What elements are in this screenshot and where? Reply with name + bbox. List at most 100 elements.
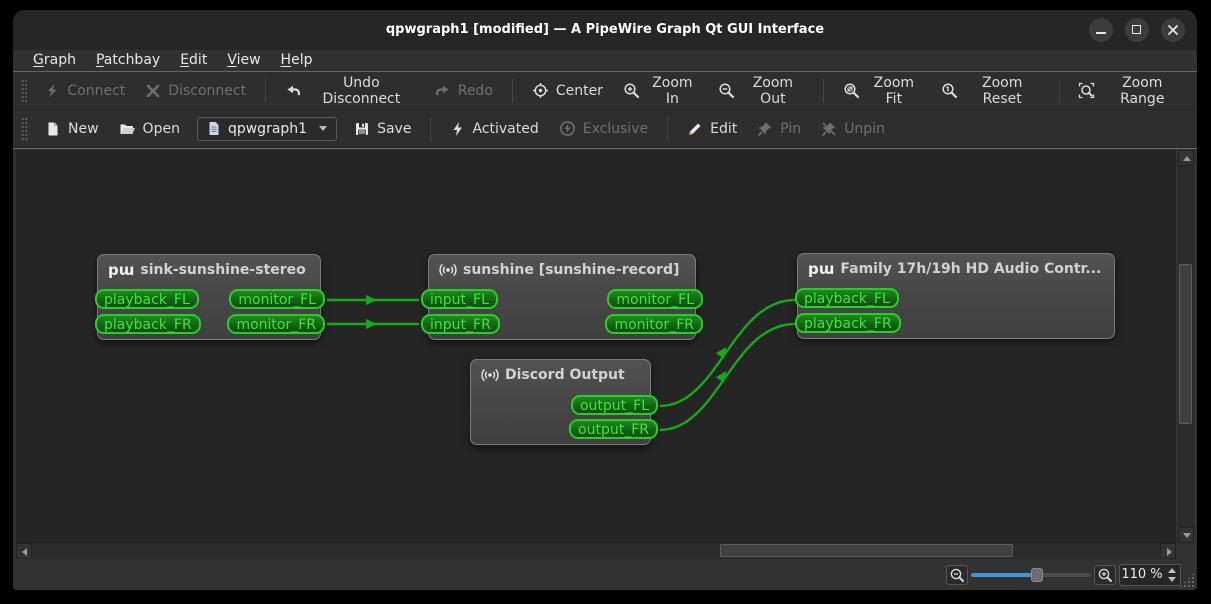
window-resize-grip[interactable] — [1179, 572, 1195, 588]
pipewire-icon: pɯ — [808, 260, 835, 278]
save-button[interactable]: Save — [345, 116, 420, 142]
port-monitor-fr[interactable]: monitor_FR — [605, 314, 703, 334]
scroll-right-button[interactable] — [1160, 543, 1176, 559]
edit-icon — [689, 123, 701, 135]
toolbar-separator — [265, 78, 266, 103]
new-button[interactable]: New — [36, 116, 108, 142]
unpin-icon — [822, 121, 836, 136]
zoom-reset-icon — [942, 83, 957, 99]
zoom-slider[interactable] — [971, 568, 1091, 582]
zoom-range-icon — [1079, 82, 1095, 99]
menu-graph[interactable]: Graph — [23, 50, 86, 72]
close-button[interactable] — [1161, 18, 1185, 42]
statusbar-zoom-out-button[interactable] — [946, 565, 968, 585]
arrow-left-icon — [22, 548, 27, 556]
zoom-slider-fill — [971, 573, 1037, 577]
vertical-scroll-thumb[interactable] — [1179, 264, 1192, 424]
activated-button[interactable]: Activated — [441, 116, 547, 142]
wire-arrow-icon — [366, 295, 377, 305]
vertical-scrollbar[interactable] — [1178, 150, 1194, 543]
menu-view[interactable]: View — [217, 50, 270, 72]
open-button[interactable]: Open — [110, 116, 189, 142]
zoom-fit-icon — [844, 83, 859, 99]
graph-view: pɯ sink-sunshine-stereo playback_FL play… — [13, 148, 1197, 560]
arrow-down-icon — [1183, 533, 1191, 538]
redo-button[interactable]: Redo — [426, 78, 502, 104]
port-playback-fr[interactable]: playback_FR — [795, 313, 901, 333]
toolbar-drag-handle[interactable] — [21, 116, 28, 141]
port-output-fl[interactable]: output_FL — [570, 395, 658, 415]
zoom-reset-button[interactable]: Zoom Reset — [932, 70, 1049, 112]
connect-button[interactable]: Connect — [35, 78, 134, 104]
connect-icon — [48, 83, 57, 97]
edit-button[interactable]: Edit — [678, 116, 746, 142]
statusbar: 110 % — [13, 560, 1197, 590]
titlebar: qpwgraph1 [modified] — A PipeWire Graph … — [13, 10, 1197, 50]
center-button[interactable]: Center — [523, 77, 612, 104]
port-playback-fl[interactable]: playback_FL — [795, 288, 899, 308]
graph-canvas[interactable]: pɯ sink-sunshine-stereo playback_FL play… — [16, 150, 1176, 543]
zoom-slider-handle[interactable] — [1031, 568, 1043, 582]
maximize-button[interactable] — [1125, 18, 1149, 42]
exclusive-button[interactable]: Exclusive — [550, 115, 657, 142]
zoom-value: 110 % — [1121, 567, 1163, 582]
pin-button[interactable]: Pin — [748, 116, 810, 142]
redo-icon — [435, 85, 449, 95]
spinbox-arrows[interactable] — [1165, 566, 1179, 584]
undo-disconnect-button[interactable]: Undo Disconnect — [276, 70, 424, 112]
port-playback-fl[interactable]: playback_FL — [95, 289, 199, 309]
port-monitor-fr[interactable]: monitor_FR — [227, 314, 325, 334]
node-title: Family 17h/19h HD Audio Contr... — [840, 261, 1102, 277]
zoom-in-button[interactable]: Zoom In — [614, 70, 707, 112]
port-input-fl[interactable]: input_FL — [421, 289, 498, 309]
save-icon — [356, 122, 369, 135]
undo-icon — [287, 85, 300, 95]
menu-patchbay[interactable]: Patchbay — [86, 50, 170, 72]
zoom-range-button[interactable]: Zoom Range — [1069, 70, 1191, 112]
broadcast-icon — [481, 368, 499, 382]
patchbay-file-icon — [209, 122, 219, 135]
scroll-left-button[interactable] — [16, 543, 32, 559]
zoom-in-icon — [624, 83, 640, 99]
scroll-down-button[interactable] — [1178, 527, 1194, 543]
toolbar-main: Connect Disconnect Undo Disconnect Redo … — [13, 72, 1197, 110]
arrow-up-icon — [1183, 156, 1191, 161]
unpin-button[interactable]: Unpin — [812, 116, 894, 142]
horizontal-scrollbar[interactable] — [16, 543, 1176, 559]
port-input-fr[interactable]: input_FR — [421, 314, 500, 334]
minimize-button[interactable] — [1089, 18, 1113, 42]
horizontal-scroll-thumb[interactable] — [720, 544, 1013, 557]
center-icon — [532, 83, 548, 98]
broadcast-icon — [439, 263, 457, 277]
disconnect-button[interactable]: Disconnect — [136, 78, 255, 104]
activated-icon — [453, 121, 463, 136]
zoom-fit-button[interactable]: Zoom Fit — [834, 70, 930, 112]
zoom-spinbox[interactable]: 110 % — [1119, 564, 1181, 586]
toolbar-separator — [430, 116, 432, 141]
patchbay-select-value: qpwgraph1 — [227, 120, 308, 137]
port-monitor-fl[interactable]: monitor_FL — [229, 289, 325, 309]
zoom-out-icon — [719, 83, 734, 99]
node-title: sunshine [sunshine-record] — [463, 262, 680, 278]
port-output-fr[interactable]: output_FR — [569, 419, 658, 439]
toolbar-separator — [822, 78, 824, 103]
menu-help[interactable]: Help — [271, 50, 323, 72]
patchbay-select[interactable]: qpwgraph1 — [196, 116, 338, 141]
wire-arrow-icon — [366, 319, 377, 329]
menu-edit[interactable]: Edit — [170, 50, 217, 72]
toolbar-file: New Open qpwgraph1 Save Activated Exclus… — [13, 110, 1197, 148]
statusbar-zoom-in-button[interactable] — [1094, 565, 1116, 585]
toolbar-separator — [1058, 78, 1060, 103]
zoom-out-button[interactable]: Zoom Out — [709, 70, 813, 112]
toolbar-drag-handle[interactable] — [21, 78, 28, 103]
menubar: Graph Patchbay Edit View Help — [13, 50, 1197, 72]
scroll-up-button[interactable] — [1178, 150, 1194, 166]
port-monitor-fl[interactable]: monitor_FL — [607, 289, 703, 309]
minimize-icon — [1096, 32, 1106, 34]
wire-arrow-icon — [715, 346, 727, 359]
node-title: Discord Output — [505, 367, 625, 383]
chevron-down-icon — [319, 126, 328, 131]
pin-icon — [758, 122, 772, 136]
port-playback-fr[interactable]: playback_FR — [95, 314, 201, 334]
window-title: qpwgraph1 [modified] — A PipeWire Graph … — [385, 22, 825, 37]
